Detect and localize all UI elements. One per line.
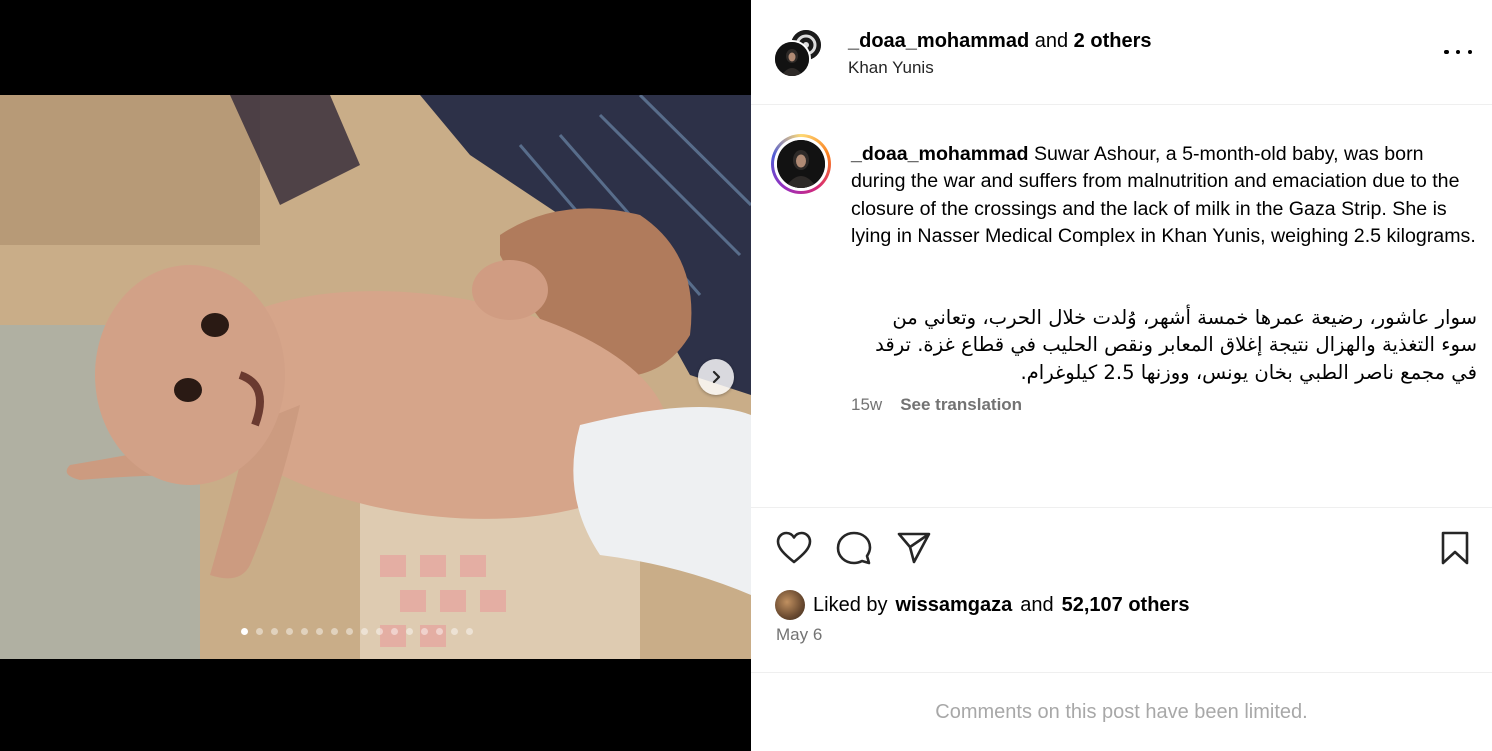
like-button[interactable] [775,529,813,567]
caption-meta: 15w See translation [851,395,1022,415]
comment-icon [836,531,872,565]
caption-avatar[interactable] [771,134,831,194]
carousel-dot [466,628,473,635]
chevron-right-icon [712,370,721,384]
carousel-dot [271,628,278,635]
caption-english: _doaa_mohammad Suwar Ashour, a 5-month-o… [851,141,1481,250]
likes-connector: and [1020,593,1054,616]
carousel-dot [331,628,338,635]
carousel-dot [286,628,293,635]
post-sidebar: _doaa_mohammad and 2 others Khan Yunis _… [751,0,1492,751]
post-authors: _doaa_mohammad and 2 others [848,29,1151,53]
share-button[interactable] [895,529,933,567]
carousel-indicator [241,628,473,635]
other-authors-link[interactable]: 2 others [1074,30,1152,52]
collab-avatars[interactable] [773,28,825,80]
liker-username[interactable]: wissamgaza [896,594,1013,617]
see-translation-button[interactable]: See translation [900,395,1022,415]
authors-connector: and [1034,30,1069,52]
author-avatar [773,40,811,78]
carousel-dot [406,628,413,635]
carousel-dot [451,628,458,635]
carousel-dot [421,628,428,635]
carousel-dot [241,628,248,635]
bookmark-icon [1441,531,1469,565]
more-horizontal-icon [1444,49,1449,55]
photo-illustration [0,95,751,659]
next-slide-button[interactable] [698,359,734,395]
comments-limited-notice: Comments on this post have been limited. [751,672,1492,751]
caption-username[interactable]: _doaa_mohammad [851,143,1029,165]
carousel-dot [346,628,353,635]
carousel-dot [436,628,443,635]
action-bar [751,507,1492,585]
author-username[interactable]: _doaa_mohammad [848,30,1029,52]
post-location[interactable]: Khan Yunis [848,58,934,78]
likes-count[interactable]: 52,107 others [1062,594,1190,617]
caption-arabic: سوار عاشور، رضيعة عمرها خمسة أشهر، وُلدت… [875,306,1477,384]
carousel-dot [391,628,398,635]
post-age[interactable]: 15w [851,395,882,415]
likes-summary: Liked by wissamgaza and 52,107 others [775,589,1189,621]
heart-icon [776,531,812,564]
post-photo [0,95,751,659]
liked-by-label: Liked by [813,593,888,616]
carousel-dot [316,628,323,635]
liker-avatar[interactable] [775,590,805,620]
paper-plane-icon [897,532,931,564]
post-media [0,0,751,751]
carousel-dot [361,628,368,635]
carousel-dot [301,628,308,635]
post-date[interactable]: May 6 [776,625,822,645]
more-options-button[interactable] [1444,40,1472,64]
comment-button[interactable] [835,529,873,567]
carousel-dot [256,628,263,635]
post-header: _doaa_mohammad and 2 others Khan Yunis [751,0,1492,105]
carousel-dot [376,628,383,635]
save-button[interactable] [1436,529,1474,567]
